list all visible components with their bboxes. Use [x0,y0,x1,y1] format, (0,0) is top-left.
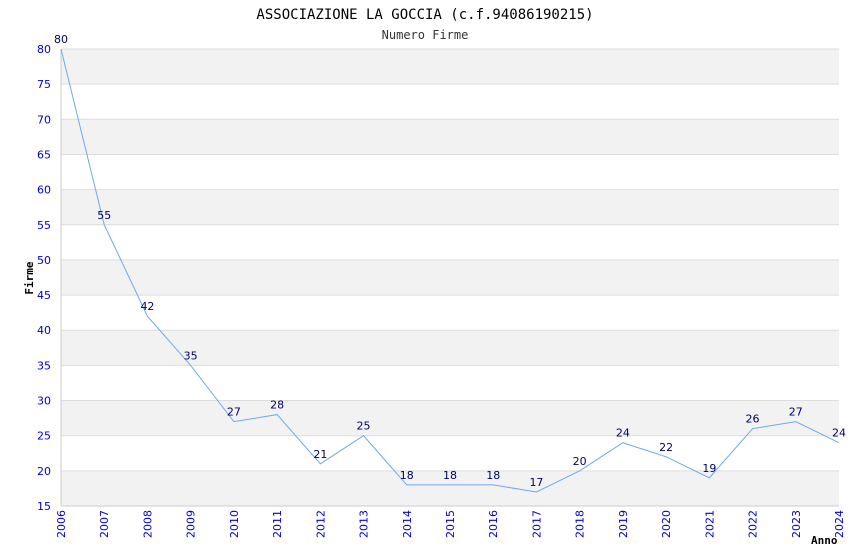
y-tick-label: 50 [37,254,51,267]
grid-band [61,49,839,85]
data-label: 17 [529,476,543,489]
chart-title: ASSOCIAZIONE LA GOCCIA (c.f.94086190215) [256,7,593,23]
y-tick-label: 55 [37,219,51,232]
data-label: 25 [357,420,371,433]
x-tick-label: 2010 [228,510,241,538]
grid-band [61,365,839,401]
y-tick-label: 40 [37,324,51,337]
x-tick-label: 2012 [314,510,327,538]
x-tick-label: 2013 [358,510,371,538]
grid-bands [61,49,839,506]
x-tick-label: 2008 [141,510,154,538]
x-tick-label: 2019 [617,510,630,538]
data-label: 55 [97,209,111,222]
grid-band [61,84,839,120]
y-tick-labels: 15 20 25 30 35 40 45 50 55 60 65 70 75 80 [37,43,51,513]
data-label: 26 [746,413,760,426]
chart-subtitle: Numero Firme [382,28,469,42]
y-tick-label: 60 [37,184,51,197]
x-tick-label: 2020 [660,510,673,538]
x-tick-label: 2018 [574,510,587,538]
y-axis-label: Firme [23,261,36,294]
data-label: 18 [443,469,457,482]
x-tick-label: 2015 [444,510,457,538]
y-tick-label: 80 [37,43,51,56]
x-tick-labels: 2006 2007 2008 2009 2010 2011 2012 2013 2014 2015… [55,510,846,538]
x-tick-label: 2009 [185,510,198,538]
data-label: 24 [616,427,630,440]
data-label: 80 [54,33,68,46]
x-tick-label: 2022 [747,510,760,538]
x-axis-label: Anno [811,534,838,547]
grid-band [61,295,839,331]
data-label: 19 [702,462,716,475]
x-tick-label: 2014 [401,510,414,538]
data-label: 18 [400,469,414,482]
grid-band [61,435,839,471]
data-label: 21 [313,448,327,461]
x-tick-label: 2017 [530,510,543,538]
x-tick-label: 2021 [703,510,716,538]
y-tick-label: 70 [37,113,51,126]
grid-band [61,189,839,225]
x-tick-label: 2016 [487,510,500,538]
data-label: 28 [270,399,284,412]
y-tick-label: 65 [37,148,51,161]
grid-band [61,259,839,296]
data-label: 27 [789,406,803,419]
y-tick-label: 15 [37,500,51,513]
grid-band [61,400,839,436]
x-tick-label: 2007 [98,510,111,538]
y-tick-label: 20 [37,465,51,478]
y-tick-label: 75 [37,78,51,91]
data-label: 35 [184,349,198,362]
data-label: 22 [659,441,673,454]
data-label: 24 [832,427,846,440]
grid-band [61,119,839,155]
data-label: 18 [486,469,500,482]
grid-band [61,154,839,190]
y-tick-label: 45 [37,289,51,302]
chart: ASSOCIAZIONE LA GOCCIA (c.f.94086190215)… [23,7,846,547]
data-label: 20 [573,455,587,468]
data-label: 42 [140,300,154,313]
grid-band [61,224,839,260]
data-label: 27 [227,406,241,419]
x-tick-label: 2023 [790,510,803,538]
y-tick-label: 25 [37,430,51,443]
x-tick-label: 2006 [55,510,68,538]
y-tick-label: 30 [37,395,51,408]
y-tick-label: 35 [37,359,51,372]
grid-band [61,330,839,366]
x-tick-label: 2011 [271,510,284,538]
